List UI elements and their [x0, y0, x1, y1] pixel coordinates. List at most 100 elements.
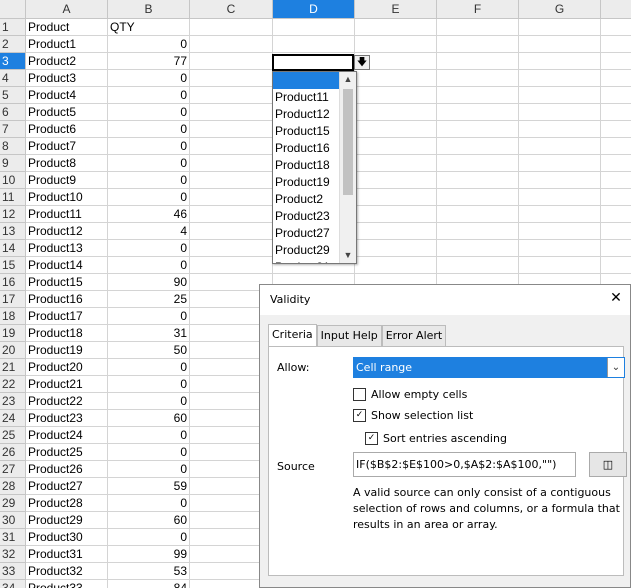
cell[interactable]	[190, 36, 273, 53]
row-header[interactable]: 32	[0, 546, 26, 563]
cell[interactable]	[437, 189, 519, 206]
row-header[interactable]: 15	[0, 257, 26, 274]
cell-product[interactable]: Product19	[26, 342, 108, 359]
cell[interactable]	[437, 206, 519, 223]
row-header[interactable]: 10	[0, 172, 26, 189]
list-item[interactable]: Product18	[273, 157, 341, 174]
cell[interactable]	[190, 138, 273, 155]
cell[interactable]	[437, 172, 519, 189]
cell[interactable]	[355, 240, 437, 257]
row-header[interactable]: 16	[0, 274, 26, 291]
cell[interactable]	[190, 87, 273, 104]
cell-qty[interactable]: 0	[108, 240, 190, 257]
cell-product[interactable]: Product32	[26, 563, 108, 580]
cell-product[interactable]: Product22	[26, 393, 108, 410]
row-header[interactable]: 22	[0, 376, 26, 393]
row-header[interactable]: 20	[0, 342, 26, 359]
cell-product[interactable]: Product	[26, 19, 108, 36]
cell[interactable]	[519, 189, 601, 206]
cell[interactable]	[355, 257, 437, 274]
cell[interactable]	[601, 36, 631, 53]
row-header[interactable]: 9	[0, 155, 26, 172]
cell-qty[interactable]: 25	[108, 291, 190, 308]
cell[interactable]	[519, 19, 601, 36]
select-all-corner[interactable]	[0, 0, 26, 19]
cell-qty[interactable]: 0	[108, 70, 190, 87]
shrink-button[interactable]: ◫	[589, 452, 627, 477]
list-item[interactable]: Product15	[273, 123, 341, 140]
cell[interactable]	[601, 70, 631, 87]
cell[interactable]	[190, 206, 273, 223]
scroll-down-icon[interactable]: ▼	[340, 248, 356, 263]
row-header[interactable]: 14	[0, 240, 26, 257]
active-cell-d3[interactable]	[272, 54, 354, 71]
column-header-g[interactable]: G	[519, 0, 601, 19]
row-header[interactable]: 13	[0, 223, 26, 240]
cell-product[interactable]: Product6	[26, 121, 108, 138]
row-header[interactable]: 33	[0, 563, 26, 580]
cell[interactable]	[355, 206, 437, 223]
cell-product[interactable]: Product28	[26, 495, 108, 512]
cell[interactable]	[355, 223, 437, 240]
cell[interactable]	[601, 189, 631, 206]
row-header[interactable]: 19	[0, 325, 26, 342]
cell[interactable]	[355, 189, 437, 206]
cell[interactable]	[519, 223, 601, 240]
cell-qty[interactable]: 4	[108, 223, 190, 240]
selection-list-button[interactable]: 🡇	[354, 55, 370, 70]
cell-qty[interactable]: 90	[108, 274, 190, 291]
list-item[interactable]: Product16	[273, 140, 341, 157]
row-header[interactable]: 17	[0, 291, 26, 308]
row-header[interactable]: 29	[0, 495, 26, 512]
cell-product[interactable]: Product2	[26, 53, 108, 70]
tab-input-help[interactable]: Input Help	[316, 325, 382, 346]
row-header[interactable]: 3	[0, 53, 26, 70]
column-header-b[interactable]: B	[108, 0, 190, 19]
cell[interactable]	[437, 138, 519, 155]
cell[interactable]	[519, 121, 601, 138]
cell[interactable]	[355, 70, 437, 87]
cell[interactable]	[437, 104, 519, 121]
row-header[interactable]: 23	[0, 393, 26, 410]
row-header[interactable]: 5	[0, 87, 26, 104]
cell-qty[interactable]: 84	[108, 580, 190, 588]
cell[interactable]	[355, 87, 437, 104]
column-header-c[interactable]: C	[190, 0, 273, 19]
cell[interactable]	[190, 223, 273, 240]
cell[interactable]	[519, 36, 601, 53]
cell-product[interactable]: Product18	[26, 325, 108, 342]
cell[interactable]	[519, 257, 601, 274]
cell[interactable]	[355, 104, 437, 121]
cell-product[interactable]: Product5	[26, 104, 108, 121]
allow-empty-checkbox[interactable]: Allow empty cells	[353, 388, 467, 401]
cell-product[interactable]: Product17	[26, 308, 108, 325]
cell[interactable]	[190, 189, 273, 206]
cell-product[interactable]: Product13	[26, 240, 108, 257]
cell-product[interactable]: Product24	[26, 427, 108, 444]
column-header-h[interactable]	[601, 0, 631, 19]
sort-entries-checkbox[interactable]: ✓ Sort entries ascending	[365, 432, 507, 445]
row-header[interactable]: 27	[0, 461, 26, 478]
cell-product[interactable]: Product20	[26, 359, 108, 376]
cell[interactable]	[190, 53, 273, 70]
cell-product[interactable]: Product1	[26, 36, 108, 53]
cell-product[interactable]: Product12	[26, 223, 108, 240]
cell-qty[interactable]: 50	[108, 342, 190, 359]
cell-qty[interactable]: 0	[108, 104, 190, 121]
cell[interactable]	[437, 257, 519, 274]
cell[interactable]	[355, 36, 437, 53]
list-item[interactable]: Product31	[273, 259, 341, 263]
cell-product[interactable]: Product3	[26, 70, 108, 87]
cell[interactable]	[601, 87, 631, 104]
cell-qty[interactable]: 0	[108, 172, 190, 189]
cell[interactable]	[437, 19, 519, 36]
cell-product[interactable]: Product21	[26, 376, 108, 393]
cell-qty[interactable]: 0	[108, 308, 190, 325]
row-header[interactable]: 8	[0, 138, 26, 155]
selection-list-popup[interactable]: Product11 Product12 Product15 Product16 Prod…	[272, 71, 357, 264]
row-header[interactable]: 24	[0, 410, 26, 427]
cell[interactable]	[190, 257, 273, 274]
row-header[interactable]: 21	[0, 359, 26, 376]
cell-qty[interactable]: 0	[108, 359, 190, 376]
row-header[interactable]: 2	[0, 36, 26, 53]
